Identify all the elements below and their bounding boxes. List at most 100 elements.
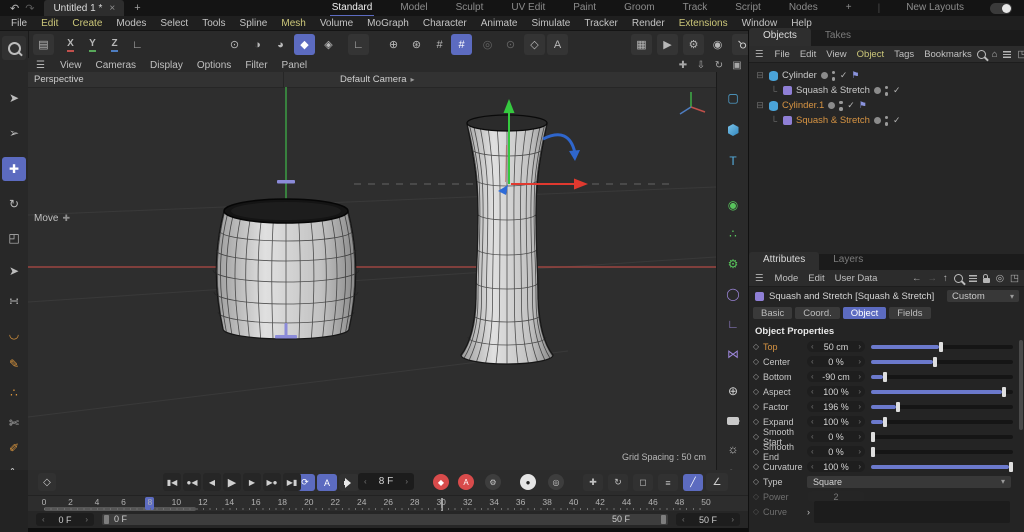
keyframe-diamond-icon[interactable]: ◇ — [749, 477, 763, 486]
gui-layout-button[interactable]: ▤ — [33, 34, 54, 55]
deformer-button[interactable]: ⋈ — [721, 342, 745, 366]
layout-tab-groom[interactable]: Groom — [622, 0, 657, 17]
primitive-cube-button[interactable] — [721, 118, 745, 142]
add-layout-button[interactable]: + — [844, 0, 854, 17]
slider-handle[interactable] — [883, 417, 887, 427]
record-objects-button[interactable]: ● — [520, 474, 536, 490]
mode-tab-coord[interactable]: Coord. — [795, 307, 840, 319]
slider-handle[interactable] — [896, 402, 900, 412]
layer-icon[interactable] — [828, 102, 835, 109]
slider-handle[interactable] — [939, 342, 943, 352]
range-start-inc-icon[interactable]: › — [85, 515, 88, 524]
flag-icon[interactable]: ⚑ — [851, 70, 859, 81]
camera-object-button[interactable] — [721, 409, 745, 433]
model-mode-button[interactable]: ◆ — [294, 34, 315, 55]
spinner-right-icon[interactable]: › — [858, 447, 861, 456]
range-start-dec-icon[interactable]: ‹ — [42, 515, 45, 524]
spinner-right-icon[interactable]: › — [858, 432, 861, 441]
redo-icon[interactable]: ↷ — [25, 2, 34, 15]
keyframe-selection-button[interactable]: ◎ — [548, 474, 564, 490]
spinner-right-icon[interactable]: › — [858, 462, 861, 471]
up-icon[interactable]: ↑ — [943, 273, 948, 284]
render-picture-viewer-button[interactable]: ▶ — [657, 34, 678, 55]
viewport-menu-filter[interactable]: Filter — [238, 60, 274, 71]
rotate-tool-button[interactable]: ↻ — [2, 192, 26, 216]
expand-icon[interactable]: ⊟ — [755, 70, 765, 81]
cylinder-object[interactable] — [213, 199, 359, 339]
quantize-button[interactable]: ◎ — [477, 34, 498, 55]
scatter-pen-button[interactable]: ∴ — [2, 381, 26, 405]
record-position-toggle[interactable]: ✚ — [583, 474, 603, 491]
enabled-check-icon[interactable]: ✓ — [893, 115, 901, 126]
gizmo-y-arrow[interactable] — [504, 99, 515, 113]
layout-tab-standard[interactable]: Standard — [330, 0, 375, 17]
mode-tab-object[interactable]: Object — [843, 307, 886, 319]
coordinate-system-button[interactable]: ⊕ — [383, 34, 404, 55]
attributes-scrollbar[interactable] — [1019, 340, 1023, 430]
export-icon[interactable]: ◳ — [1017, 49, 1024, 60]
close-tab-icon[interactable]: × — [109, 3, 115, 14]
menu-volume[interactable]: Volume — [313, 18, 360, 29]
frame-inc-icon[interactable]: › — [405, 477, 408, 486]
polygons-mode-button[interactable]: ◕ — [270, 34, 291, 55]
sculpt-brush-button[interactable]: ◡ — [2, 322, 26, 346]
multi-move-button[interactable]: ∺ — [2, 289, 26, 313]
spinner-left-icon[interactable]: ‹ — [811, 372, 814, 381]
axis-center-button[interactable]: ⊛ — [406, 34, 427, 55]
layer-icon[interactable] — [874, 117, 881, 124]
lock-z-axis-button[interactable]: Z — [104, 34, 125, 55]
menu-mesh[interactable]: Mesh — [274, 18, 312, 29]
attributes-menu-mode[interactable]: Mode — [770, 273, 804, 284]
spinner-left-icon[interactable]: ‹ — [811, 387, 814, 396]
next-key-button[interactable]: ▶● — [263, 473, 281, 491]
light-object-button[interactable]: ☼ — [721, 437, 745, 461]
value-spinner[interactable]: ‹100 %› — [807, 461, 865, 472]
keyframe-diamond-icon[interactable]: ◇ — [749, 387, 763, 396]
viewport-hamburger-icon[interactable]: ☰ — [28, 60, 53, 71]
mode-tab-basic[interactable]: Basic — [753, 307, 792, 319]
slider-handle[interactable] — [933, 357, 937, 367]
layout-tab-track[interactable]: Track — [681, 0, 710, 17]
lock-y-axis-button[interactable]: Y — [82, 34, 103, 55]
range-left-handle[interactable] — [104, 515, 109, 524]
layer-icon[interactable] — [874, 87, 881, 94]
value-spinner[interactable]: ‹196 %› — [807, 401, 865, 412]
menu-tracker[interactable]: Tracker — [577, 18, 625, 29]
range-end-field[interactable]: ‹ 50 F › — [676, 513, 740, 526]
value-spinner[interactable]: ‹0 %› — [807, 356, 865, 367]
move-tool-button[interactable]: ✚ — [2, 157, 26, 181]
menu-tools[interactable]: Tools — [195, 18, 232, 29]
record-scale-toggle[interactable]: ◻ — [633, 474, 653, 491]
keyframe-bar-button[interactable]: ◇ — [38, 473, 56, 491]
live-selection-button[interactable]: ➤ — [2, 86, 26, 110]
prev-key-button[interactable]: ●◀ — [183, 473, 201, 491]
viewport-menu-cameras[interactable]: Cameras — [88, 60, 143, 71]
spinner-right-icon[interactable]: › — [858, 372, 861, 381]
property-slider[interactable] — [871, 371, 1013, 382]
snap-button[interactable]: # — [451, 34, 472, 55]
keyframe-diamond-icon[interactable]: ◇ — [749, 342, 763, 351]
keyframe-diamond-icon[interactable]: ◇ — [749, 357, 763, 366]
menu-mograph[interactable]: MoGraph — [360, 18, 416, 29]
cursor-move-button[interactable]: ➤ — [2, 259, 26, 283]
material-button[interactable]: ◉ — [707, 34, 728, 55]
spline-rectangle-button[interactable]: ▢ — [721, 86, 745, 110]
layout-toggle[interactable] — [990, 3, 1012, 14]
spinner-left-icon[interactable]: ‹ — [811, 402, 814, 411]
render-view-button[interactable]: ▦ — [631, 34, 652, 55]
search-icon[interactable] — [954, 274, 963, 283]
objects-menu-file[interactable]: File — [770, 49, 795, 60]
visibility-dots-icon[interactable] — [885, 86, 889, 96]
filter-icon[interactable] — [969, 275, 977, 282]
keyframe-diamond-icon[interactable]: ◇ — [749, 402, 763, 411]
tab-takes[interactable]: Takes — [811, 28, 865, 46]
spinner-right-icon[interactable]: › — [858, 402, 861, 411]
expand-icon[interactable]: ⊟ — [755, 100, 765, 111]
menu-animate[interactable]: Animate — [474, 18, 525, 29]
viewport-search-button[interactable] — [2, 36, 26, 60]
attributes-menu-edit[interactable]: Edit — [803, 273, 829, 284]
menu-render[interactable]: Render — [625, 18, 672, 29]
layout-tab-nodes[interactable]: Nodes — [787, 0, 820, 17]
object-mode-button[interactable]: ◈ — [318, 34, 339, 55]
record-keyframe-button[interactable]: ◆ — [433, 474, 449, 490]
